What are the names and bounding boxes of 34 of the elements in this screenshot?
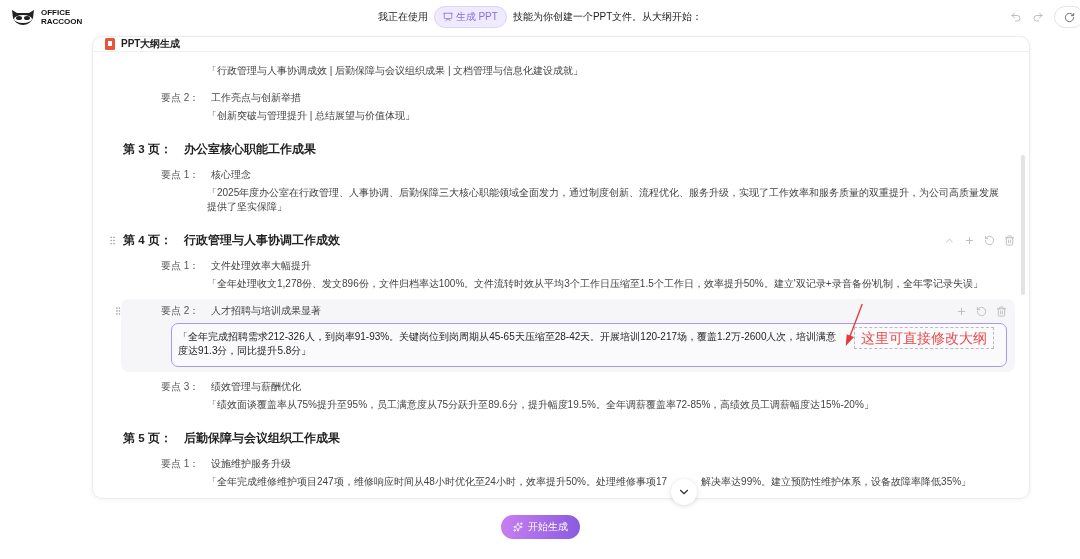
page-title: 办公室核心职能工作成果	[183, 141, 316, 157]
status-message: 我正在使用	[377, 10, 428, 24]
point-label: 要点 2：	[161, 91, 200, 105]
point-title: 文件处理效率大幅提升	[211, 259, 312, 273]
point-text: 「创新突破与管理提升 | 总结展望与价值体现」	[207, 109, 417, 123]
point-title: 人才招聘与培训成果显著	[211, 304, 322, 318]
point-text: 「全年完成招聘需求212-326人，到岗率91-93%。关键岗位到岗周期从45-65天压缩至28-42天。开展培训120-217场，覆盖1.2万-2600人次，培训满意度达91.3分，同比提升5.8分」	[178, 331, 837, 356]
start-generate-button[interactable]: 开始生成	[500, 515, 580, 539]
point-title: 设施维护服务升级	[211, 457, 292, 471]
annotation-label: 这里可直接修改大纲	[854, 327, 994, 349]
point-label: 要点 2：	[161, 304, 200, 318]
page-number: 第 5 页：	[123, 430, 172, 446]
status-message: 技能为你创建一个PPT文件。从大纲开始：	[512, 10, 703, 24]
logo-text: OFFICE RACCOON	[41, 8, 83, 26]
point-label: 要点 3：	[161, 380, 200, 394]
point-text: 解决率达99%。建立预防性维护体系，设备故障率降低35%」	[701, 475, 972, 489]
page-title: 后勤保障与会议组织工作成果	[183, 430, 340, 446]
point-text: 「全年处理收文1,278份、发文896份，文件归档率达100%。文件流转时效从平均3个工作日压缩至1.5个工作日，效率提升50%。建立'双记录+录音备份'机制，全年零记录失误」	[207, 277, 985, 291]
point-label: 要点 1：	[161, 457, 200, 471]
point-title: 核心理念	[211, 168, 252, 182]
point-label: 要点 1：	[161, 259, 200, 273]
point-text: 「行政管理与人事协调成效 | 后勤保障与会议组织成果 | 文档管理与信息化建设成就」	[207, 64, 585, 78]
point-text: 「绩效面谈覆盖率从75%提升至95%，员工满意度从75分跃升至89.6分，提升幅度19.5%。全年调薪覆盖率72-85%，高绩效员工调薪幅度达15%-20%」	[207, 398, 875, 412]
page-number: 第 4 页：	[123, 232, 172, 248]
card-title: PPT大纲生成	[121, 37, 181, 51]
point-text: 「全年完成维修维护项目247项，维修响应时间从48小时优化至24小时，效率提升50%。处理维修事项17	[207, 475, 668, 489]
page-number: 第 3 页：	[123, 141, 172, 157]
point-title: 绩效管理与薪酬优化	[211, 380, 302, 394]
point-label: 要点 1：	[161, 168, 200, 182]
page-title: 行政管理与人事协调工作成效	[183, 232, 340, 248]
skill-badge: 生成 PPT	[433, 6, 507, 28]
point-title: 工作亮点与创新举措	[211, 91, 302, 105]
point-text-field[interactable]: 「全年完成招聘需求212-326人，到岗率91-93%。关键岗位到岗周期从45-65天压缩至28-42天。开展培训120-217场，覆盖1.2万-2600人次，培训满意度达91.3分，同比提升5.8分」 这里可直接修改大纲	[171, 323, 1007, 367]
point-text: 「2025年度办公室在行政管理、人事协调、后勤保障三大核心职能领域全面发力，通过制度创新、流程优化、服务升级，实现了工作效率和服务质量的双重提升，为公司高质量发展提供了坚实保障」	[207, 186, 1001, 214]
